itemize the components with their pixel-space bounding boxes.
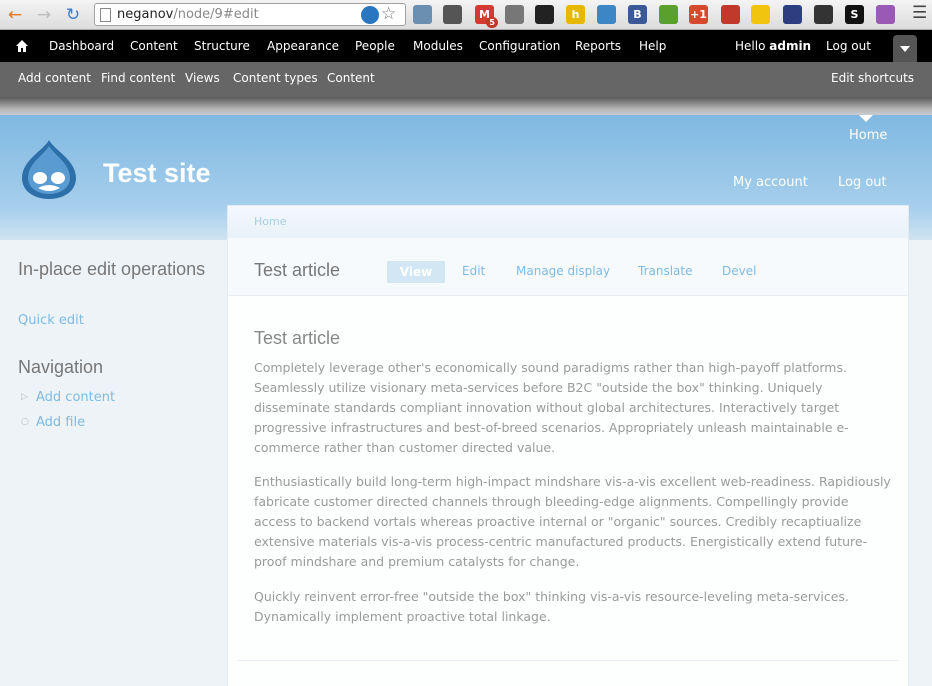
breadcrumb: Home	[228, 206, 908, 238]
reload-icon[interactable]: ↻	[62, 4, 84, 26]
shortcut-find-content[interactable]: Find content	[101, 71, 175, 85]
body-paragraph: Enthusiastically build long-term high-im…	[254, 474, 891, 569]
shortcuts-toggle-button[interactable]	[893, 35, 917, 62]
tab-edit[interactable]: Edit	[462, 264, 485, 278]
qr-ext-icon[interactable]	[535, 5, 554, 24]
h-ext-icon[interactable]: h	[566, 5, 585, 24]
s-ext-icon[interactable]: S	[845, 5, 864, 24]
color-ext-icon[interactable]	[876, 5, 895, 24]
gear-ext-icon[interactable]	[814, 5, 833, 24]
header-my-account-link[interactable]: My account	[733, 175, 808, 190]
block-title-inplace-edit: In-place edit operations	[18, 259, 206, 279]
toolbar-configuration[interactable]: Configuration	[479, 39, 560, 53]
toolbar-greeting: Hello admin	[735, 39, 812, 53]
nav-add-content[interactable]: Add content	[36, 390, 115, 405]
shortcut-content-types[interactable]: Content types	[233, 71, 318, 85]
gmail-ext-icon[interactable]: M5	[475, 5, 498, 28]
toolbar-logout[interactable]: Log out	[826, 39, 871, 53]
bookmark-star-icon[interactable]: ☆	[381, 4, 396, 24]
edit-shortcuts-link[interactable]: Edit shortcuts	[831, 71, 914, 85]
leaf-bullet-icon: ○	[21, 417, 29, 427]
site-name[interactable]: Test site	[103, 158, 211, 189]
address-bar[interactable]: neganov/node/9#edit ☆	[94, 3, 406, 26]
collapsed-arrow-icon: ▷	[21, 392, 28, 402]
page-header: Test article View Edit Manage display Tr…	[228, 238, 908, 296]
toolbar-structure[interactable]: Structure	[194, 39, 250, 53]
note-ext-icon[interactable]	[751, 5, 770, 24]
drupal-logo-icon[interactable]	[20, 138, 78, 200]
toolbar-appearance[interactable]: Appearance	[267, 39, 339, 53]
hat-ext-icon[interactable]	[443, 5, 462, 24]
toolbar-username[interactable]: admin	[769, 39, 811, 53]
active-menu-marker	[859, 115, 873, 122]
browser-toolbar: ← → ↻ neganov/node/9#edit ☆ M 5 h B +1 S ☰	[0, 0, 932, 30]
body-paragraph: Quickly reinvent error-free "outside the…	[254, 589, 849, 624]
sidebar: In-place edit operations Quick edit Navi…	[0, 240, 226, 686]
toolbar-help[interactable]: Help	[639, 39, 666, 53]
shortcut-content[interactable]: Content	[327, 71, 375, 85]
toolbar-dashboard[interactable]: Dashboard	[49, 39, 114, 53]
nav-add-file[interactable]: Add file	[36, 415, 85, 430]
search-ext-icon[interactable]	[413, 5, 432, 24]
toolbar-content[interactable]: Content	[130, 39, 178, 53]
tab-translate[interactable]: Translate	[638, 264, 693, 278]
url-text: neganov/node/9#edit	[117, 7, 259, 22]
back-arrow-icon[interactable]: ←	[4, 4, 26, 26]
breadcrumb-home[interactable]: Home	[254, 215, 286, 228]
content-divider	[238, 660, 898, 661]
header-home-link[interactable]: Home	[849, 128, 887, 143]
drupal-drop-icon[interactable]	[361, 6, 379, 24]
gplus-ext-icon[interactable]: +1	[689, 5, 708, 24]
header-logout-link[interactable]: Log out	[838, 175, 887, 190]
main-content: Home Test article View Edit Manage displ…	[227, 205, 909, 686]
shortcut-views[interactable]: Views	[185, 71, 220, 85]
node-title[interactable]: Test article	[254, 328, 340, 349]
quick-edit-link[interactable]: Quick edit	[18, 313, 84, 328]
evernote-ext-icon[interactable]	[659, 5, 678, 24]
forward-arrow-icon[interactable]: →	[33, 4, 55, 26]
shield-ext-icon[interactable]	[783, 5, 802, 24]
keyboard-ext-icon[interactable]	[505, 5, 524, 24]
tab-view[interactable]: View	[387, 261, 445, 283]
book-ext-icon[interactable]	[721, 5, 740, 24]
browser-menu-icon[interactable]: ☰	[912, 3, 927, 23]
home-icon[interactable]	[15, 39, 29, 53]
toolbar-people[interactable]: People	[355, 39, 395, 53]
block-title-navigation: Navigation	[18, 357, 104, 377]
page-title: Test article	[254, 260, 341, 280]
picture-ext-icon[interactable]	[597, 5, 616, 24]
notification-badge: 5	[486, 17, 498, 28]
body-paragraph: Completely leverage other's economically…	[254, 360, 849, 455]
tab-manage-display[interactable]: Manage display	[516, 264, 610, 278]
tab-devel[interactable]: Devel	[722, 264, 756, 278]
page-icon	[100, 8, 111, 22]
toolbar-modules[interactable]: Modules	[413, 39, 463, 53]
b-ext-icon[interactable]: B	[628, 5, 647, 24]
shortcut-add-content[interactable]: Add content	[18, 71, 91, 85]
toolbar-reports[interactable]: Reports	[575, 39, 621, 53]
shortcuts-bar: Add content Find content Views Content t…	[0, 62, 932, 97]
toolbar-shadow	[0, 97, 932, 115]
admin-toolbar: Dashboard Content Structure Appearance P…	[0, 30, 932, 62]
